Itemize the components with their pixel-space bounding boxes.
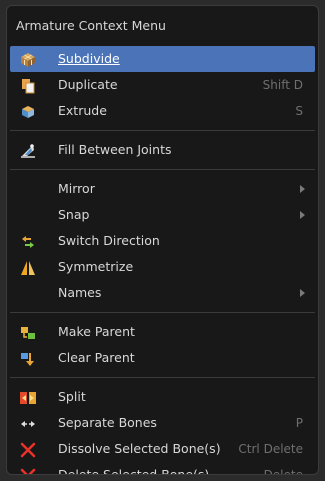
separator: [10, 130, 315, 131]
switch-direction-icon: [20, 233, 36, 249]
separator: [10, 312, 315, 313]
menu-item-delete-selected-bones[interactable]: Delete Selected Bone(s) Delete: [10, 462, 315, 475]
make-parent-icon: [20, 324, 36, 340]
menu-item-shortcut: S: [295, 104, 303, 118]
menu-item-label: Names: [58, 285, 102, 300]
menu-item-names[interactable]: Names: [10, 280, 315, 306]
menu-item-label: Separate Bones: [58, 415, 157, 430]
menu-item-duplicate[interactable]: Duplicate Shift D: [10, 72, 315, 98]
submenu-arrow-icon: [300, 211, 305, 219]
menu-item-switch-direction[interactable]: Switch Direction: [10, 228, 315, 254]
separator: [10, 169, 315, 170]
duplicate-icon: [20, 77, 36, 94]
menu-item-label: Fill Between Joints: [58, 142, 172, 157]
menu-item-label: Snap: [58, 207, 90, 222]
dissolve-x-icon: [20, 441, 36, 458]
menu-item-label: Split: [58, 389, 86, 404]
extrude-icon: [20, 103, 36, 119]
menu-item-make-parent[interactable]: Make Parent: [10, 319, 315, 345]
menu-item-label: Switch Direction: [58, 233, 160, 248]
submenu-arrow-icon: [300, 185, 305, 193]
menu-item-shortcut: Delete: [263, 468, 303, 475]
menu-item-dissolve-selected-bones[interactable]: Dissolve Selected Bone(s) Ctrl Delete: [10, 436, 315, 462]
menu-item-label: Subdivide: [58, 51, 120, 66]
menu-item-extrude[interactable]: Extrude S: [10, 98, 315, 124]
menu-item-label: Make Parent: [58, 324, 135, 339]
subdivide-icon: [20, 51, 36, 67]
menu-item-subdivide[interactable]: Subdivide: [10, 46, 315, 72]
submenu-arrow-icon: [300, 289, 305, 297]
separator: [10, 377, 315, 378]
menu-item-label: Symmetrize: [58, 259, 134, 274]
menu-item-split[interactable]: Split: [10, 384, 315, 410]
menu-item-label: Extrude: [58, 103, 107, 118]
menu-item-shortcut: Shift D: [262, 78, 303, 92]
separate-bones-icon: [20, 415, 36, 431]
menu-item-label: Duplicate: [58, 77, 118, 92]
menu-item-label: Mirror: [58, 181, 95, 196]
menu-item-label: Dissolve Selected Bone(s): [58, 441, 221, 456]
menu-item-label: Delete Selected Bone(s): [58, 467, 210, 475]
menu-item-mirror[interactable]: Mirror: [10, 176, 315, 202]
menu-title: Armature Context Menu: [16, 18, 166, 33]
fill-between-joints-icon: [20, 142, 36, 158]
menu-item-label: Clear Parent: [58, 350, 135, 365]
armature-context-menu: Armature Context Menu Subdivide Duplicat…: [6, 5, 319, 475]
clear-parent-icon: [20, 350, 36, 366]
symmetrize-icon: [20, 259, 36, 275]
menu-item-shortcut: P: [295, 416, 303, 430]
menu-item-snap[interactable]: Snap: [10, 202, 315, 228]
menu-item-fill-between-joints[interactable]: Fill Between Joints: [10, 137, 315, 163]
menu-item-clear-parent[interactable]: Clear Parent: [10, 345, 315, 371]
menu-item-shortcut: Ctrl Delete: [238, 442, 303, 456]
split-icon: [20, 389, 36, 405]
menu-item-separate-bones[interactable]: Separate Bones P: [10, 410, 315, 436]
delete-x-icon: [20, 467, 36, 474]
menu-item-symmetrize[interactable]: Symmetrize: [10, 254, 315, 280]
